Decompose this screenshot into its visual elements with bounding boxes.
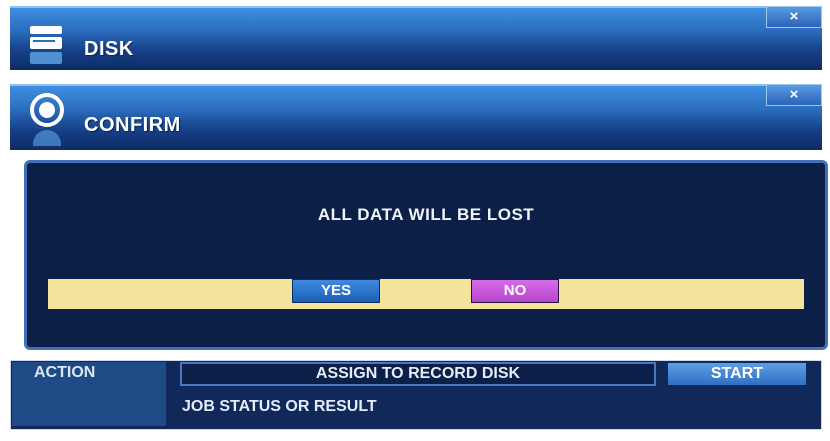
confirm-dialog-panel <box>24 160 828 350</box>
start-button[interactable]: START <box>668 363 806 385</box>
action-select[interactable]: ASSIGN TO RECORD DISK <box>180 362 656 386</box>
yes-button[interactable]: YES <box>292 279 380 303</box>
confirm-close-button[interactable]: × <box>766 84 822 106</box>
dialog-button-bar <box>48 279 804 309</box>
confirm-title-bar: CONFIRM × <box>10 84 822 150</box>
disk-icon <box>30 26 62 64</box>
confirm-message: ALL DATA WILL BE LOST <box>317 205 535 224</box>
job-status-text: JOB STATUS OR RESULT <box>182 398 377 415</box>
disk-title-bar: DISK × <box>10 6 822 70</box>
action-label: ACTION <box>34 364 96 381</box>
disk-window-title: DISK <box>84 38 134 60</box>
no-button[interactable]: NO <box>471 279 559 303</box>
disk-close-button[interactable]: × <box>766 6 822 28</box>
radio-icon <box>30 93 64 146</box>
confirm-window-title: CONFIRM <box>84 114 181 136</box>
